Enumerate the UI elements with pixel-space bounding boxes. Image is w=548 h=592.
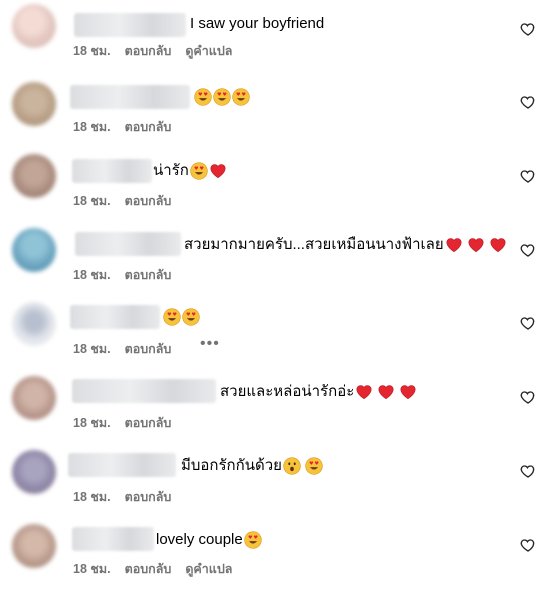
reply-button[interactable]: ตอบกลับ — [125, 487, 172, 507]
comment-body: สวยมากมายครับ...สวยเหมือนนางฟ้าเลย — [184, 236, 444, 253]
comment-time: 18 ชม. — [73, 268, 111, 282]
comment-text: น่ารัก — [153, 161, 227, 181]
more-options-icon[interactable]: ••• — [200, 335, 220, 353]
like-heart-icon[interactable] — [520, 537, 536, 553]
avatar[interactable] — [12, 302, 56, 346]
username-blurred[interactable] — [72, 527, 154, 551]
like-heart-icon[interactable] — [520, 168, 536, 184]
comment-time: 18 ชม. — [73, 416, 111, 430]
comment-item: 18 ชม. ตอบกลับ — [0, 74, 548, 148]
comment-body: I saw your boyfriend — [190, 15, 325, 32]
heart-eyes-emoji — [244, 531, 262, 549]
red-heart-emoji — [377, 383, 395, 401]
like-heart-icon[interactable] — [520, 315, 536, 331]
comment-item: lovely couple 18 ชม. ตอบกลับ ดูคำแปล — [0, 518, 548, 592]
comment-item: น่ารัก 18 ชม. ตอบกลับ — [0, 148, 548, 222]
reply-button[interactable]: ตอบกลับ — [125, 191, 172, 211]
heart-eyes-emoji — [163, 308, 181, 326]
reply-button[interactable]: ตอบกลับ — [125, 265, 172, 285]
reply-button[interactable]: ตอบกลับ — [125, 339, 172, 359]
comment-body: สวยและหล่อน่ารักอ่ะ — [220, 383, 355, 400]
reply-button[interactable]: ตอบกลับ — [125, 41, 172, 61]
username-blurred[interactable] — [75, 232, 181, 256]
comment-time: 18 ชม. — [73, 194, 111, 208]
comment-time: 18 ชม. — [73, 342, 111, 356]
red-heart-emoji — [445, 236, 463, 254]
comment-text: มีบอกรักกันด้วย — [181, 456, 323, 476]
comment-text — [193, 88, 250, 106]
red-heart-emoji — [209, 162, 227, 180]
username-blurred[interactable] — [72, 379, 216, 403]
like-heart-icon[interactable] — [520, 389, 536, 405]
avatar[interactable] — [12, 228, 56, 272]
surprised-emoji — [283, 457, 301, 475]
username-blurred[interactable] — [72, 159, 152, 183]
comment-item: I saw your boyfriend 18 ชม. ตอบกลับ ดูคำ… — [0, 0, 548, 74]
username-blurred[interactable] — [70, 305, 160, 329]
comment-time: 18 ชม. — [73, 44, 111, 58]
comment-item: 18 ชม. ตอบกลับ ••• — [0, 296, 548, 370]
comment-time: 18 ชม. — [73, 562, 111, 576]
comment-text: lovely couple — [156, 530, 262, 550]
comment-item: สวยมากมายครับ...สวยเหมือนนางฟ้าเลย 18 ชม… — [0, 222, 548, 296]
avatar[interactable] — [12, 376, 56, 420]
avatar[interactable] — [12, 524, 56, 568]
heart-eyes-emoji — [305, 457, 323, 475]
avatar[interactable] — [12, 82, 56, 126]
avatar[interactable] — [12, 450, 56, 494]
like-heart-icon[interactable] — [520, 94, 536, 110]
reply-button[interactable]: ตอบกลับ — [125, 117, 172, 137]
comment-body: มีบอกรักกันด้วย — [181, 457, 282, 474]
red-heart-emoji — [467, 236, 485, 254]
comment-text: สวยและหล่อน่ารักอ่ะ — [220, 382, 417, 402]
red-heart-emoji — [399, 383, 417, 401]
avatar[interactable] — [12, 4, 56, 48]
red-heart-emoji — [355, 383, 373, 401]
translate-button[interactable]: ดูคำแปล — [185, 559, 232, 579]
avatar[interactable] — [12, 154, 56, 198]
comment-text — [162, 308, 200, 326]
like-heart-icon[interactable] — [520, 21, 536, 37]
reply-button[interactable]: ตอบกลับ — [125, 559, 172, 579]
username-blurred[interactable] — [74, 13, 186, 37]
comment-time: 18 ชม. — [73, 490, 111, 504]
comment-time: 18 ชม. — [73, 120, 111, 134]
red-heart-emoji — [489, 236, 507, 254]
heart-eyes-emoji — [194, 88, 212, 106]
heart-eyes-emoji — [190, 162, 208, 180]
username-blurred[interactable] — [68, 453, 176, 477]
translate-button[interactable]: ดูคำแปล — [185, 41, 232, 61]
like-heart-icon[interactable] — [520, 463, 536, 479]
heart-eyes-emoji — [182, 308, 200, 326]
heart-eyes-emoji — [213, 88, 231, 106]
comment-item: สวยและหล่อน่ารักอ่ะ 18 ชม. ตอบกลับ — [0, 370, 548, 444]
reply-button[interactable]: ตอบกลับ — [125, 413, 172, 433]
heart-eyes-emoji — [232, 88, 250, 106]
like-heart-icon[interactable] — [520, 242, 536, 258]
comment-body: น่ารัก — [153, 162, 189, 179]
comment-body: lovely couple — [156, 531, 243, 548]
username-blurred[interactable] — [70, 85, 190, 109]
comment-text: I saw your boyfriend — [190, 14, 324, 34]
comment-item: มีบอกรักกันด้วย 18 ชม. ตอบกลับ — [0, 444, 548, 518]
comment-text: สวยมากมายครับ...สวยเหมือนนางฟ้าเลย — [184, 235, 507, 255]
